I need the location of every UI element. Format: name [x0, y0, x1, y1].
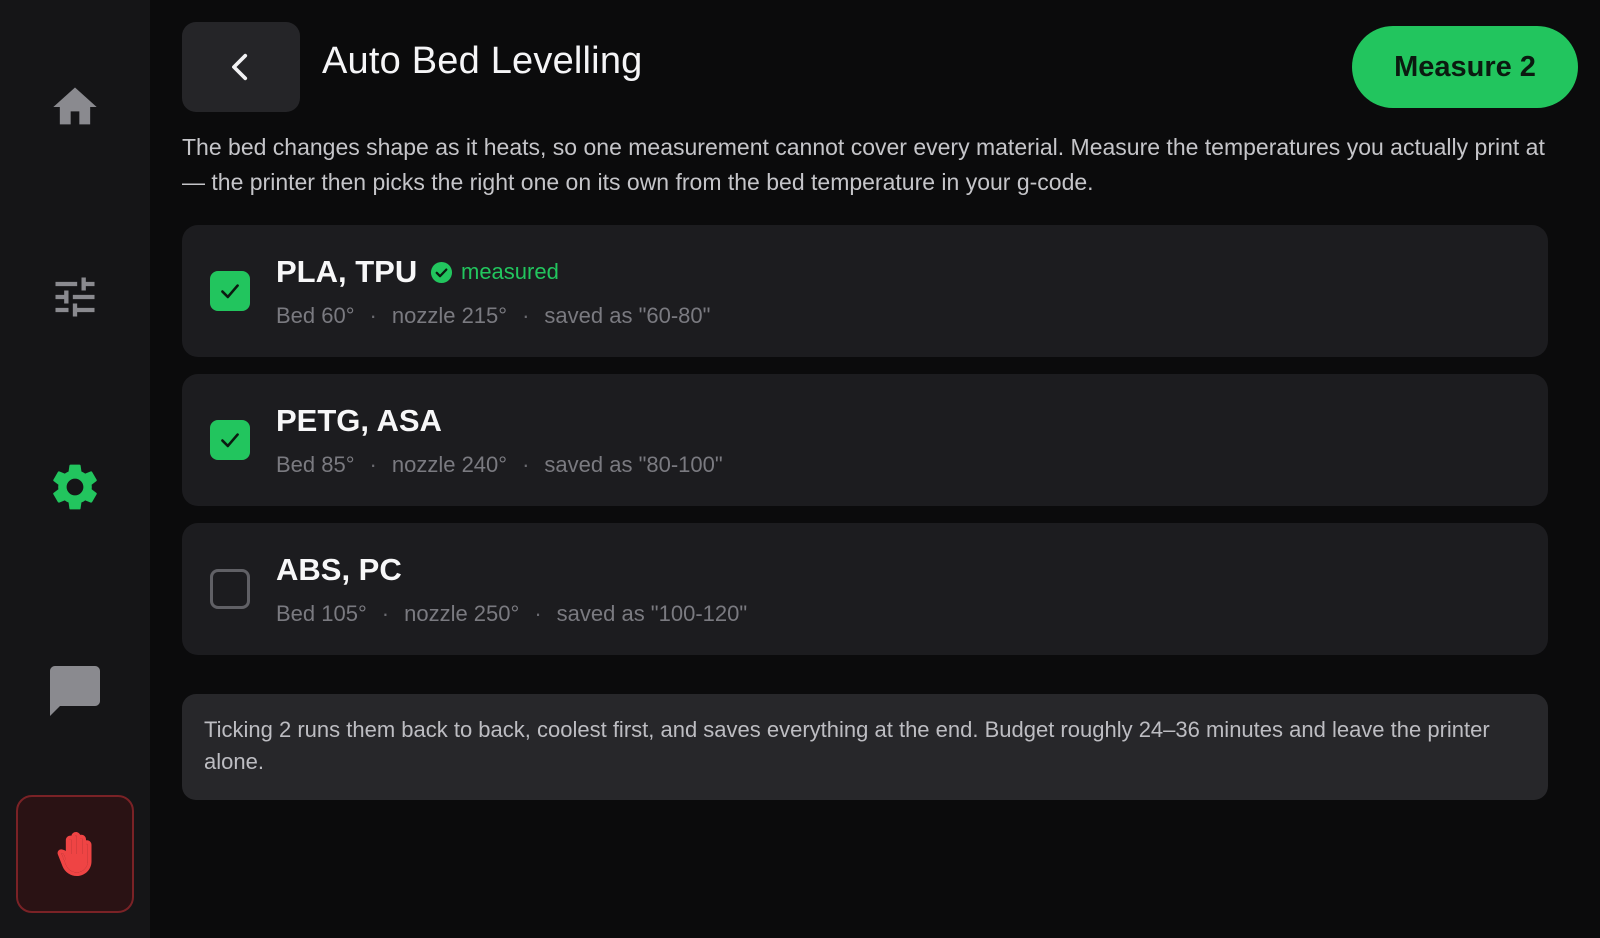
- info-note: Ticking 2 runs them back to back, cooles…: [182, 694, 1548, 800]
- saved-as: saved as "100-120": [556, 601, 748, 626]
- saved-as: saved as "80-100": [544, 452, 723, 477]
- separator: ·: [522, 303, 530, 328]
- bed-temp: Bed 85°: [276, 452, 355, 477]
- chat-icon: [50, 666, 100, 716]
- intro-text: The bed changes shape as it heats, so on…: [182, 134, 1545, 195]
- badge-label: measured: [461, 259, 559, 284]
- bed-temp: Bed 105°: [276, 601, 367, 626]
- material-details: Bed 105° · nozzle 250° · saved as "100-1…: [276, 601, 747, 627]
- separator: ·: [381, 601, 390, 626]
- material-name: PLA, TPU: [276, 254, 418, 289]
- sliders-icon: [55, 277, 95, 317]
- gear-icon: [53, 464, 97, 510]
- main-content: Auto Bed Levelling Measure 2 The bed cha…: [182, 0, 1578, 938]
- check-circle-icon: [430, 261, 453, 283]
- page-title: Auto Bed Levelling: [322, 40, 643, 82]
- material-checkbox[interactable]: [210, 569, 250, 609]
- measure-button[interactable]: Measure 2: [1352, 26, 1578, 108]
- material-name: PETG, ASA: [276, 403, 442, 438]
- separator: ·: [369, 303, 377, 328]
- material-card[interactable]: PETG, ASA Bed 85° · nozzle 240° · saved …: [182, 374, 1548, 506]
- nav-home[interactable]: [16, 48, 134, 166]
- material-checkbox[interactable]: [210, 420, 250, 460]
- bed-temp: Bed 60°: [276, 303, 355, 328]
- material-details: Bed 60° · nozzle 215° · saved as "60-80": [276, 303, 710, 329]
- separator: ·: [369, 452, 377, 477]
- nav-messages[interactable]: [16, 632, 134, 750]
- chevron-left-icon: [232, 53, 248, 81]
- hand-stop-icon: [57, 832, 92, 876]
- nozzle-temp: nozzle 240°: [391, 452, 508, 477]
- nav-tune[interactable]: [16, 238, 134, 356]
- separator: ·: [534, 601, 542, 626]
- back-button[interactable]: [182, 22, 300, 112]
- check-icon: [221, 433, 239, 448]
- material-checkbox[interactable]: [210, 271, 250, 311]
- material-name: ABS, PC: [276, 552, 402, 587]
- nozzle-temp: nozzle 215°: [391, 303, 508, 328]
- measured-badge: measured: [430, 259, 559, 285]
- check-icon: [221, 284, 239, 299]
- material-card[interactable]: ABS, PC Bed 105° · nozzle 250° · saved a…: [182, 523, 1548, 655]
- emergency-stop-button[interactable]: [16, 795, 134, 913]
- home-icon: [53, 87, 97, 125]
- nozzle-temp: nozzle 250°: [404, 601, 520, 626]
- nav-settings[interactable]: [16, 428, 134, 546]
- separator: ·: [522, 452, 530, 477]
- material-card[interactable]: PLA, TPU measured Bed 60° · nozzle 215° …: [182, 225, 1548, 357]
- material-details: Bed 85° · nozzle 240° · saved as "80-100…: [276, 452, 723, 478]
- sidebar: [0, 0, 150, 938]
- saved-as: saved as "60-80": [544, 303, 711, 328]
